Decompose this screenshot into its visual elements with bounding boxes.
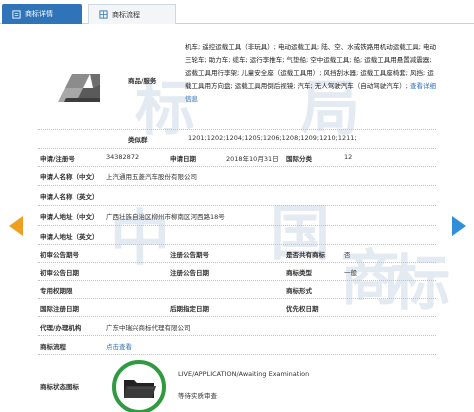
intl-class-value: 12 bbox=[344, 153, 353, 161]
similar-group-label: 类似群 bbox=[128, 136, 148, 144]
app-date-label: 申请日期 bbox=[170, 155, 196, 163]
wuling-logo-icon bbox=[58, 74, 100, 102]
next-arrow-icon[interactable] bbox=[452, 216, 466, 236]
divider bbox=[38, 129, 436, 130]
address-cn-value: 广西壮族自治区柳州市柳南区河西路18号 bbox=[106, 213, 225, 221]
prelim-date-label: 初审公告日期 bbox=[40, 269, 79, 277]
tab-label: 商标详情 bbox=[25, 10, 53, 18]
agent-value: 广东中瑞兴商标代理有限公司 bbox=[106, 324, 191, 332]
exclusive-label: 专用权期限 bbox=[40, 287, 73, 295]
type-label: 商标类型 bbox=[286, 269, 312, 277]
status-folder-icon bbox=[112, 360, 166, 412]
folder-icon bbox=[124, 380, 156, 398]
address-cn-label: 申请人地址（中文） bbox=[40, 213, 99, 221]
trademark-detail-panel: 商品/服务 机车; 遥控运载工具（非玩具）; 电动运载工具; 陆、空、水或铁路用… bbox=[38, 30, 436, 412]
divider bbox=[38, 205, 436, 206]
divider bbox=[38, 280, 436, 281]
status-label: 商标状态图标 bbox=[40, 383, 79, 391]
agent-label: 代理/办理机构 bbox=[40, 324, 82, 332]
app-no-label: 申请/注册号 bbox=[40, 155, 75, 163]
divider bbox=[38, 225, 436, 226]
divider bbox=[38, 185, 436, 186]
divider bbox=[38, 316, 436, 317]
reg-date-label: 注册公告日期 bbox=[170, 269, 209, 277]
tab-label: 商标流程 bbox=[112, 10, 140, 19]
tab-trademark-details[interactable]: 商标详情 bbox=[2, 4, 82, 24]
goods-list: 机车; 遥控运载工具（非玩具）; 电动运载工具; 陆、空、水或铁路用机动运载工具… bbox=[185, 43, 437, 90]
document-icon bbox=[12, 9, 21, 19]
trademark-image bbox=[48, 40, 118, 132]
tab-bar: 商标详情 商标流程 bbox=[0, 0, 474, 24]
grid-icon bbox=[99, 10, 108, 19]
flow-link[interactable]: 点击查看 bbox=[106, 341, 132, 351]
address-en-label: 申请人地址（英文） bbox=[40, 233, 99, 241]
prev-arrow-icon[interactable] bbox=[9, 216, 23, 236]
flow-label: 商标流程 bbox=[40, 343, 66, 351]
divider bbox=[38, 354, 436, 355]
tab-trademark-process[interactable]: 商标流程 bbox=[88, 4, 176, 24]
applicant-en-label: 申请人名称（英文） bbox=[40, 193, 99, 201]
type-value: 一般 bbox=[344, 269, 357, 277]
shared-label: 是否共有商标 bbox=[286, 251, 325, 259]
divider bbox=[38, 298, 436, 299]
shared-value: 否 bbox=[344, 251, 351, 259]
divider bbox=[38, 244, 436, 245]
late-label: 后期指定日期 bbox=[170, 305, 209, 313]
status-subtext: 等待实质审查 bbox=[178, 392, 217, 400]
divider bbox=[38, 148, 436, 149]
intl-class-label: 国际分类 bbox=[286, 155, 312, 163]
goods-label: 商品/服务 bbox=[128, 77, 157, 85]
goods-text: 机车; 遥控运载工具（非玩具）; 电动运载工具; 陆、空、水或铁路用机动运载工具… bbox=[185, 41, 438, 106]
divider bbox=[38, 262, 436, 263]
form-label: 商标形式 bbox=[286, 287, 312, 295]
similar-group-value: 1201;1202;1204;1205;1206;1208;1209;1210;… bbox=[188, 134, 357, 142]
divider bbox=[38, 166, 436, 167]
priority-label: 优先权日期 bbox=[286, 305, 319, 313]
intl-reg-label: 国际注册日期 bbox=[40, 305, 79, 313]
applicant-cn-value: 上汽通用五菱汽车股份有限公司 bbox=[106, 173, 197, 181]
divider bbox=[38, 335, 436, 336]
status-text: LIVE/APPLICATION/Awaiting Examination bbox=[178, 370, 310, 378]
app-date-value: 2018年10月31日 bbox=[226, 155, 279, 163]
prelim-no-label: 初审公告期号 bbox=[40, 251, 79, 259]
reg-no-label: 注册公告期号 bbox=[170, 251, 209, 259]
applicant-cn-label: 申请人名称（中文） bbox=[40, 173, 99, 181]
app-no-value: 34382872 bbox=[106, 153, 140, 161]
